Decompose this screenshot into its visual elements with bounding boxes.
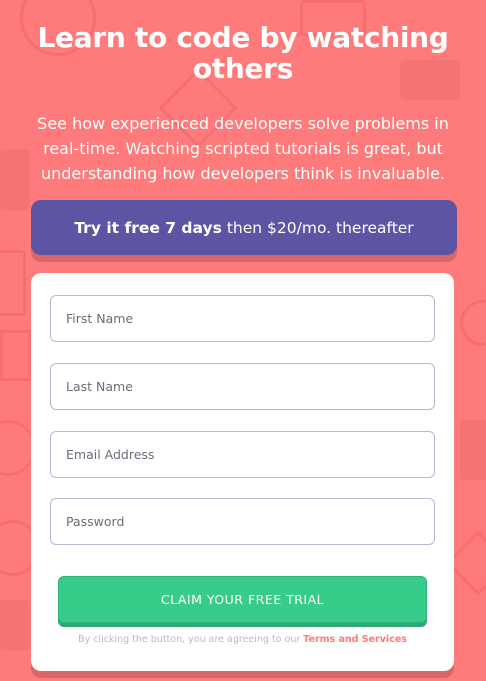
terms-notice: By clicking the button, you are agreeing… <box>31 634 454 645</box>
landing-page: Learn to code by watching others See how… <box>0 0 486 681</box>
signup-form: CLAIM YOUR FREE TRIAL By clicking the bu… <box>31 273 454 671</box>
terms-and-services-link[interactable]: Terms and Services <box>303 634 407 645</box>
first-name-field[interactable] <box>50 295 435 342</box>
terms-prefix-text: By clicking the button, you are agreeing… <box>78 634 301 645</box>
email-field[interactable] <box>50 431 435 478</box>
page-description: See how experienced developers solve pro… <box>37 114 449 183</box>
offer-price-text: then $20/mo. thereafter <box>226 218 414 237</box>
password-field[interactable] <box>50 498 435 545</box>
page-title: Learn to code by watching others <box>37 21 449 85</box>
trial-offer-banner: Try it free 7 days then $20/mo. thereaft… <box>31 200 457 255</box>
claim-free-trial-button[interactable]: CLAIM YOUR FREE TRIAL <box>58 576 427 623</box>
offer-highlight: Try it free 7 days <box>74 218 222 237</box>
last-name-field[interactable] <box>50 363 435 410</box>
